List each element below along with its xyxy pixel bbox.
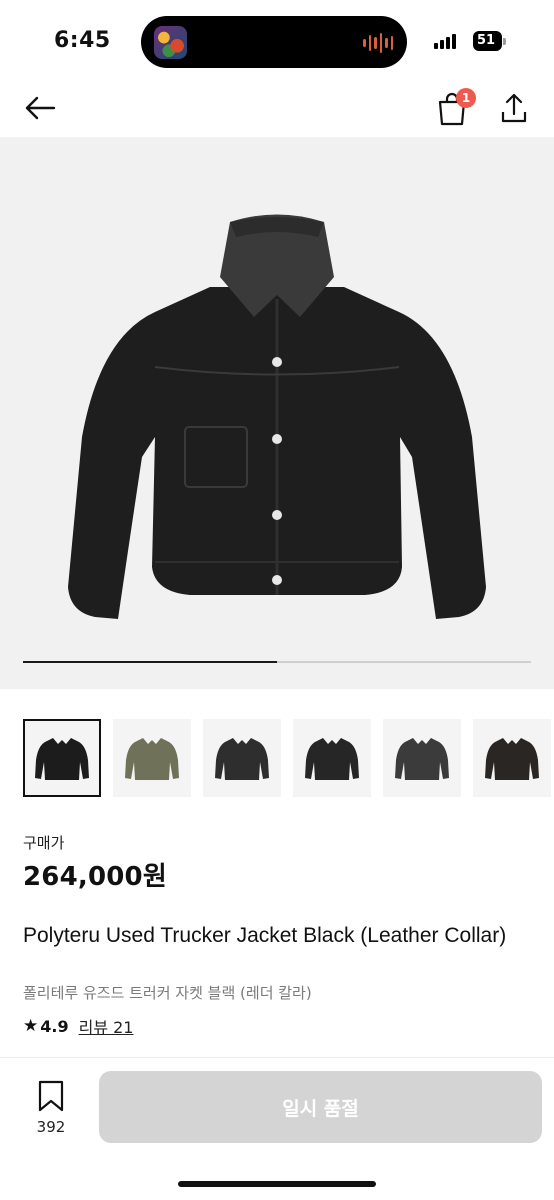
status-bar: 6:45 51 [0, 0, 554, 80]
thumb-brown-black-jacket[interactable] [473, 719, 551, 797]
share-button[interactable] [494, 88, 534, 128]
divider [0, 1057, 554, 1058]
audio-waveform-icon [363, 32, 393, 54]
battery-level: 51 [476, 33, 496, 48]
jacket-thumbnail-icon [485, 738, 539, 780]
shopping-bag-button[interactable]: 1 [432, 88, 476, 128]
thumbnail-strip [23, 719, 554, 799]
price-label: 구매가 [23, 834, 65, 852]
jacket-thumbnail-icon [215, 738, 269, 780]
cellular-signal-icon [434, 33, 456, 49]
product-jacket-image [68, 214, 486, 619]
jacket-thumbnail-icon [35, 738, 89, 780]
thumb-camo-jacket[interactable] [113, 719, 191, 797]
jacket-thumbnail-icon [305, 738, 359, 780]
battery-icon: 51 [473, 31, 502, 51]
jacket-thumbnail-icon [395, 738, 449, 780]
thumb-charcoal-jacket[interactable] [203, 719, 281, 797]
jacket-thumbnail-icon [125, 738, 179, 780]
now-playing-artwork [154, 26, 187, 59]
product-title-en: Polyteru Used Trucker Jacket Black (Leat… [23, 924, 507, 947]
back-button[interactable] [20, 90, 60, 126]
product-title-ko: 폴리테루 유즈드 트러커 자켓 블랙 (레더 칼라) [23, 984, 312, 1002]
product-image-carousel[interactable] [0, 137, 554, 689]
thumb-grey-jacket[interactable] [383, 719, 461, 797]
rating-value: 4.9 [40, 1016, 69, 1036]
thumb-black-jacket-front[interactable] [23, 719, 101, 797]
thumb-dark-jacket[interactable] [293, 719, 371, 797]
star-icon: ★ [23, 1016, 39, 1036]
battery-cap [503, 38, 506, 45]
cart-count-badge: 1 [456, 88, 476, 108]
bookmark-icon [38, 1080, 64, 1112]
carousel-progress-fill [23, 661, 277, 663]
arrow-left-icon [25, 96, 56, 120]
status-time: 6:45 [54, 28, 111, 53]
wishlist-button[interactable]: 392 [24, 1080, 78, 1136]
share-icon [501, 93, 527, 123]
dynamic-island [141, 16, 407, 68]
review-link[interactable]: 리뷰 21 [79, 1014, 134, 1038]
carousel-progress-track [23, 661, 531, 663]
sold-out-button[interactable]: 일시 품절 [99, 1071, 542, 1143]
rating-row: ★ 4.9 리뷰 21 [23, 1014, 133, 1038]
top-nav-bar: 1 [0, 80, 554, 136]
price-value: 264,000원 [23, 862, 167, 892]
home-indicator [178, 1181, 376, 1187]
wishlist-count: 392 [36, 1118, 66, 1136]
